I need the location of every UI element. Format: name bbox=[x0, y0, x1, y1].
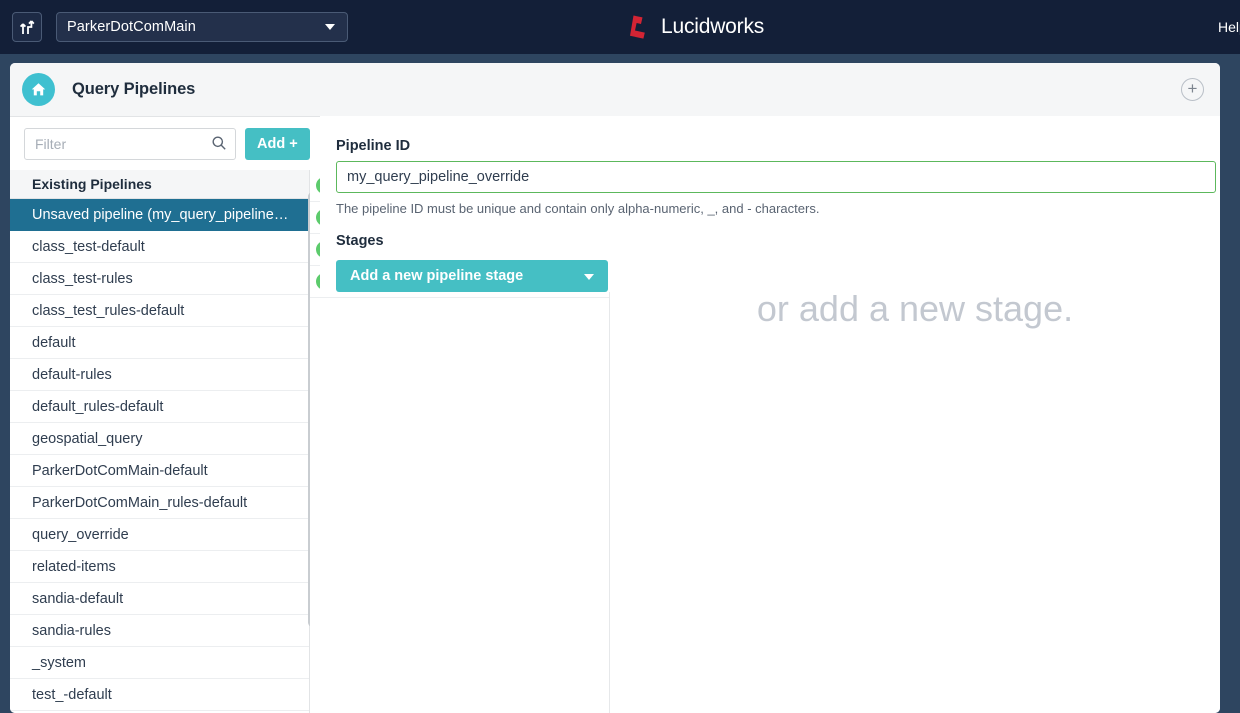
pipeline-form: Pipeline ID The pipeline ID must be uniq… bbox=[320, 116, 1220, 292]
pipeline-list-item[interactable]: sandia-default bbox=[10, 583, 309, 615]
content-card: Query Pipelines + Add + Cancel Save Exis… bbox=[10, 63, 1220, 713]
app-selector-dropdown[interactable]: ParkerDotComMain bbox=[56, 12, 348, 42]
shuffle-arrows-glyph bbox=[19, 19, 34, 34]
pipeline-list-item[interactable]: sandia-rules bbox=[10, 615, 309, 647]
pipeline-list-item[interactable]: Unsaved pipeline (my_query_pipeline… bbox=[10, 199, 309, 231]
pipeline-list-item[interactable]: related-items bbox=[10, 551, 309, 583]
sidebar-header: Existing Pipelines bbox=[10, 170, 309, 199]
page-title: Query Pipelines bbox=[72, 80, 196, 98]
filter-field-wrapper bbox=[24, 127, 236, 160]
add-pipeline-button[interactable]: Add + bbox=[245, 127, 310, 160]
help-link[interactable]: Help bbox=[1218, 19, 1240, 35]
pipeline-list-item[interactable]: class_test_rules-default bbox=[10, 295, 309, 327]
pipeline-list-item[interactable]: class_test-default bbox=[10, 231, 309, 263]
home-glyph bbox=[31, 83, 46, 96]
pipeline-id-help-text: The pipeline ID must be unique and conta… bbox=[336, 201, 820, 216]
lucidworks-mark-icon bbox=[630, 15, 645, 39]
add-stage-label: Add a new pipeline stage bbox=[350, 268, 524, 284]
pipeline-id-input[interactable] bbox=[336, 161, 1216, 193]
brand-logo: Lucidworks bbox=[628, 14, 764, 40]
shuffle-arrows-icon[interactable] bbox=[12, 12, 42, 42]
pipeline-list-item[interactable]: test_-default bbox=[10, 679, 309, 711]
chevron-down-icon bbox=[584, 274, 594, 280]
pipeline-list-item[interactable]: default_rules-default bbox=[10, 391, 309, 423]
pipeline-list-item[interactable]: ParkerDotComMain_rules-default bbox=[10, 487, 309, 519]
chevron-down-icon bbox=[325, 24, 335, 30]
pipeline-list-item[interactable]: class_test-rules bbox=[10, 263, 309, 295]
stages-section-label: Stages bbox=[336, 233, 384, 249]
brand-name: Lucidworks bbox=[661, 15, 765, 38]
pipeline-list-item[interactable]: geospatial_query bbox=[10, 423, 309, 455]
home-icon[interactable] bbox=[22, 73, 55, 106]
pipeline-list-item[interactable]: default bbox=[10, 327, 309, 359]
card-header: Query Pipelines + bbox=[10, 63, 1220, 117]
pipelines-sidebar: Existing Pipelines Unsaved pipeline (my_… bbox=[10, 170, 317, 713]
pipeline-list-item[interactable]: ParkerDotComMain-default bbox=[10, 455, 309, 487]
pipeline-list-item[interactable]: _system bbox=[10, 647, 309, 679]
filter-input[interactable] bbox=[24, 127, 236, 160]
pipeline-list-item[interactable]: default-rules bbox=[10, 359, 309, 391]
app-selector-value: ParkerDotComMain bbox=[67, 19, 196, 35]
pipeline-list[interactable]: Unsaved pipeline (my_query_pipeline… clas… bbox=[10, 199, 309, 713]
add-panel-icon[interactable]: + bbox=[1181, 78, 1204, 101]
pipeline-list-item[interactable]: query_override bbox=[10, 519, 309, 551]
pipeline-id-label: Pipeline ID bbox=[336, 138, 411, 154]
add-stage-dropdown-button[interactable]: Add a new pipeline stage bbox=[336, 260, 608, 292]
top-navigation-bar: ParkerDotComMain Lucidworks Help bbox=[0, 0, 1240, 54]
